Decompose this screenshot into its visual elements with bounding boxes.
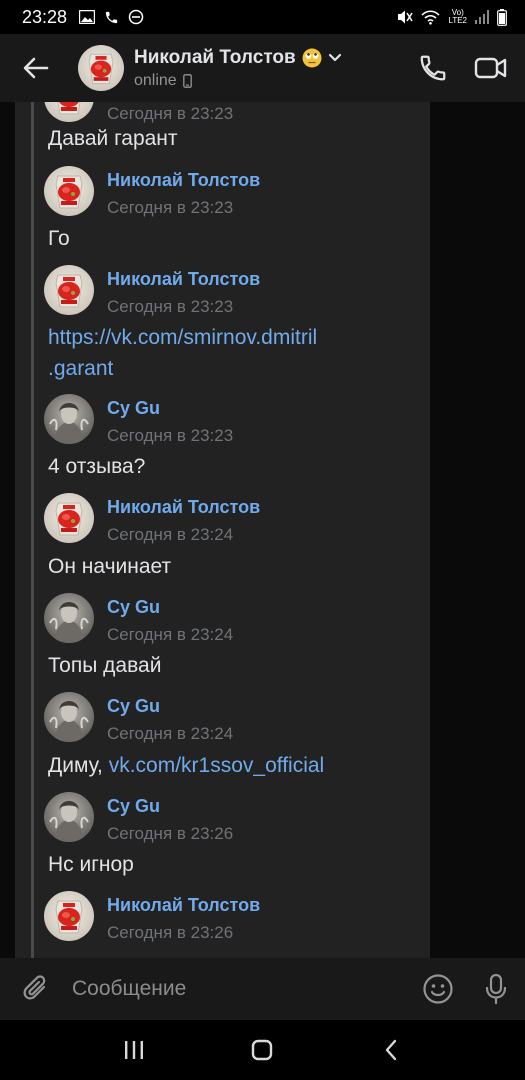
nav-back-icon [385,1039,397,1061]
status-time: 23:28 [22,6,68,27]
gallery-icon [79,10,96,24]
video-camera-icon [474,57,507,79]
contact-name: Николай Толстов [134,46,296,68]
back-arrow-icon [23,57,49,79]
signal-icon [475,10,489,24]
paperclip-icon [23,975,46,1000]
attach-button[interactable] [0,958,72,1020]
online-status: online [134,71,177,89]
message-input[interactable] [72,969,409,1009]
message-link[interactable]: https://vk.com/smirnov.dmitril .garant [48,326,317,380]
message-author: Cy Gu Сегодня в 23:23 [44,394,424,446]
message-time: Сегодня в 23:24 [107,525,234,544]
mute-icon [398,10,414,24]
home-button[interactable] [232,1025,292,1075]
system-back-button[interactable] [361,1025,421,1075]
message-author: Сегодня в 23:23 [44,102,424,124]
message-text: https://vk.com/smirnov.dmitril .garant [48,322,418,384]
author-name[interactable]: Cy Gu [107,796,160,817]
phone-icon [420,55,446,81]
message-time: Сегодня в 23:26 [107,923,234,942]
back-button[interactable] [0,34,72,102]
message-time: Сегодня в 23:23 [107,198,234,217]
message-time: Сегодня в 23:26 [107,824,234,843]
smile-icon [423,974,453,1004]
message-time: Сегодня в 23:24 [107,724,234,743]
author-name[interactable]: Cy Gu [107,696,160,717]
call-status-icon [105,11,118,23]
avatar[interactable] [44,891,94,941]
video-call-button[interactable] [471,48,511,88]
recents-button[interactable] [104,1025,164,1075]
voice-message-button[interactable] [467,958,525,1020]
message-author: Николай Толстов Сегодня в 23:23 [44,166,424,218]
avatar[interactable] [44,102,94,122]
message-text: Давай гарант [48,127,178,150]
wifi-icon [421,9,441,25]
author-name[interactable]: Николай Толстов [107,497,260,518]
header-info[interactable]: Николай Толстов online [134,47,342,90]
rolling-eyes-emoji-icon [302,48,322,67]
message-composer [0,958,525,1020]
recents-icon [125,1041,144,1059]
avatar[interactable] [44,166,94,216]
avatar[interactable] [44,593,94,643]
network-type: Vo) LTE2 [448,8,467,25]
dnd-icon [128,9,144,25]
microphone-icon [485,973,507,1005]
avatar[interactable] [78,45,124,91]
avatar[interactable] [44,792,94,842]
message-author: Николай Толстов Сегодня в 23:26 [44,891,424,943]
system-navigation-bar [0,1020,525,1080]
author-name[interactable]: Cy Gu [107,597,160,618]
message-text: Го [48,227,70,250]
message-author: Cy Gu Сегодня в 23:26 [44,792,424,844]
battery-icon [497,8,507,26]
message-time: Сегодня в 23:24 [107,625,234,644]
chevron-down-icon[interactable] [328,53,342,63]
message-time: Сегодня в 23:23 [107,104,234,123]
avatar[interactable] [44,394,94,444]
author-name[interactable]: Николай Толстов [107,895,260,916]
author-name[interactable]: Cy Gu [107,398,160,419]
avatar[interactable] [44,493,94,543]
message-author: Cy Gu Сегодня в 23:24 [44,593,424,645]
author-name[interactable]: Николай Толстов [107,170,260,191]
message-author: Николай Толстов Сегодня в 23:24 [44,493,424,545]
call-button[interactable] [413,48,453,88]
author-name[interactable]: Николай Толстов [107,269,260,290]
message-text: Он начинает [48,555,172,578]
avatar[interactable] [44,265,94,315]
message-text: 4 отзыва? [48,455,146,478]
message-text: Диму, vk.com/kr1ssov_official [48,754,325,777]
message-text: Нс игнор [48,853,134,876]
avatar[interactable] [44,692,94,742]
message-time: Сегодня в 23:23 [107,297,234,316]
mobile-device-icon [182,73,192,88]
status-bar: 23:28 Vo) LTE2 [0,0,525,34]
chat-header: Николай Толстов online [0,34,525,102]
message-author: Николай Толстов Сегодня в 23:23 [44,265,424,317]
emoji-button[interactable] [409,958,467,1020]
home-icon [252,1039,273,1061]
forward-indicator-line [31,102,34,958]
message-link[interactable]: vk.com/kr1ssov_official [109,754,325,777]
chat-area[interactable]: Сегодня в 23:23 Давай гарант Николай Тол… [0,102,525,958]
message-time: Сегодня в 23:23 [107,426,234,445]
message-text: Топы давай [48,654,162,677]
message-author: Cy Gu Сегодня в 23:24 [44,692,424,744]
